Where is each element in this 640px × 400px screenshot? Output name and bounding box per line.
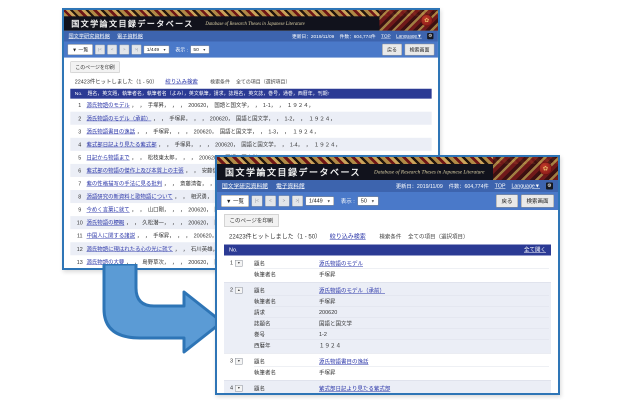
collapse-toggle-icon[interactable]: ▲ (235, 287, 243, 294)
search-condition-label: 検索条件 (379, 234, 402, 240)
site-banner: 国文学論文目録データベース Database of Research These… (64, 10, 438, 31)
detail-list-window: 国文学論文目録データベース Database of Research These… (215, 155, 560, 395)
refine-search-link[interactable]: 絞り込み検索 (165, 78, 197, 84)
gear-icon[interactable]: ⚙ (427, 32, 434, 40)
table-header: No. 全て開く (224, 244, 551, 256)
table-row: 2 源氏物語のモデル（承前）， ， 手塚昇， ， ， 200620， 国語と国文学… (70, 111, 432, 125)
record-count: 件数：604,774件 (339, 33, 376, 40)
title-link[interactable]: 源氏物語のモデル（承前） (319, 286, 385, 294)
screenshot-stage: 国文学論文目録データベース Database of Research These… (0, 0, 640, 400)
first-page-button[interactable]: |< (95, 44, 105, 55)
language-menu[interactable]: Language▼ (511, 183, 540, 189)
record-card: 2 ▲ 題名 源氏物語のモデル（承前） 執筆者名 手塚昇 請求 200620 誌題名 国語… (224, 282, 551, 354)
record-card: 3 ▼ 題名 源氏物語書目の逸話 執筆者名 手塚昇 (224, 354, 551, 381)
next-page-button[interactable]: > (119, 44, 130, 55)
list-view-button[interactable]: ▼ 一覧 (67, 44, 93, 55)
search-screen-button[interactable]: 検索画面 (521, 194, 554, 208)
record-card: 4▼ 題名紫式部日記より見たる紫式部 執筆者名手塚昇 (224, 380, 551, 393)
title-link[interactable]: 日記から物語まで (87, 154, 130, 162)
updated-date: 更新日：2019/11/09 (292, 33, 335, 40)
top-link[interactable]: TOP (495, 183, 506, 189)
title-link[interactable]: 今めく言葉に就て (87, 206, 130, 214)
gear-icon[interactable]: ⚙ (546, 182, 553, 190)
prev-page-button[interactable]: < (264, 195, 276, 207)
title-link[interactable]: 紫式部日記より見たる紫式部 (319, 384, 390, 392)
updated-date: 更新日：2019/11/09 (395, 183, 443, 190)
display-count-label: 表示 : (340, 198, 355, 205)
title-link[interactable]: 源氏物語の梗概 (87, 219, 125, 227)
search-condition-label: 検索条件 (210, 79, 230, 85)
page-select[interactable]: 1/449 ▼ (305, 196, 335, 206)
title-link[interactable]: 源氏物語のモデル (319, 259, 363, 267)
nav-link-digital-library[interactable]: 電子資料館 (117, 33, 143, 40)
title-link[interactable]: 源氏物語のモデル（承前） (87, 114, 152, 122)
crest-seal-icon: ✿ (539, 162, 552, 175)
title-link[interactable]: 源氏物語書目の逸話 (319, 357, 369, 365)
chevron-down-icon: ▼ (202, 47, 207, 52)
site-subtitle: Database of Research Theses in Japanese … (205, 21, 305, 26)
title-link[interactable]: 源語研究の新資料と歌物語について (87, 193, 173, 201)
title-link[interactable]: 源氏物語書目の逸話 (87, 127, 136, 135)
expand-all-link[interactable]: 全て開く (524, 245, 546, 256)
table-row: 3 源氏物語書目の逸話， ， 手塚昇， ， ， 200620， 国語と国文学， ，… (78, 127, 320, 135)
back-button[interactable]: 戻る (496, 194, 518, 208)
nav-link-digital-library[interactable]: 電子資料館 (276, 182, 305, 190)
nav-link-institute[interactable]: 国文学研究資料館 (222, 182, 268, 190)
hit-count: 22423件ヒットしました（1 - 50） (74, 78, 158, 85)
table-row: 1 源氏物語のモデル， ， 手塚昇， ， ， 200620， 国語と国文学， ， … (78, 101, 314, 109)
crest-seal-icon: ✿ (420, 14, 433, 27)
display-count-select[interactable]: 50 ▼ (190, 45, 210, 54)
collapse-toggle-icon[interactable]: ▼ (235, 358, 243, 365)
detail-list: 1 ▼ 題名 源氏物語のモデル 執筆者名 手塚昇 2 ▲ 題名 源氏物語のモデル（承前） … (224, 256, 551, 393)
site-title: 国文学論文目録データベース (71, 19, 194, 29)
nav-link-institute[interactable]: 国文学研究資料館 (69, 33, 110, 40)
last-page-button[interactable]: >| (291, 195, 303, 207)
nav-bar: 国文学研究資料館 電子資料館 更新日：2019/11/09 件数：604,774… (217, 180, 558, 192)
prev-page-button[interactable]: < (107, 44, 118, 55)
title-link[interactable]: 紫の性格描写の手法に見る批判 (87, 180, 163, 188)
print-page-button[interactable]: このページを印刷 (224, 214, 279, 227)
no-column-header: No. (229, 247, 238, 253)
site-title: 国文学論文目録データベース (225, 167, 362, 178)
next-page-button[interactable]: > (278, 195, 290, 207)
title-link[interactable]: 紫式部の物語の傑作上及び本質上の主張 (87, 167, 184, 175)
language-menu[interactable]: Language▼ (396, 33, 422, 38)
chevron-down-icon: ▼ (370, 198, 375, 204)
table-header: No. 題名，英文題，執筆者名，執筆者名（よみ），英文執筆，請求，誌題名，英文誌… (70, 88, 432, 99)
search-screen-button[interactable]: 検索画面 (404, 43, 435, 56)
top-link[interactable]: TOP (381, 33, 391, 38)
site-subtitle: Database of Research Theses in Japanese … (374, 169, 485, 175)
page-select[interactable]: 1/449 ▼ (143, 45, 170, 54)
nav-bar: 国文学研究資料館 電子資料館 更新日：2019/11/09 件数：604,774… (64, 30, 438, 42)
search-condition-value: 全ての項目（選択項目） (235, 79, 291, 85)
print-page-button[interactable]: このページを印刷 (70, 61, 120, 73)
result-toolbar: ▼ 一覧 |< < > >| 1/449 ▼ 表示 : 50 ▼ 戻る 検索画面 (64, 41, 438, 58)
table-row: 4 紫式部日記より見たる紫式部， ， 手塚昇， ， ， 200620， 国語と国文… (70, 137, 432, 151)
title-link[interactable]: 中国人に関する諸説 (87, 232, 136, 240)
chevron-down-icon: ▼ (326, 198, 331, 204)
chevron-down-icon: ▼ (162, 47, 167, 52)
collapse-toggle-icon[interactable]: ▼ (235, 385, 243, 392)
first-page-button[interactable]: |< (251, 195, 263, 207)
collapse-toggle-icon[interactable]: ▼ (235, 260, 243, 267)
title-link[interactable]: 紫式部日記より見たる紫式部 (87, 141, 157, 149)
result-toolbar: ▼ 一覧 |< < > >| 1/449 ▼ 表示 : 50 ▼ 戻る 検索画面 (217, 192, 558, 210)
display-count-label: 表示 : (175, 47, 188, 53)
site-banner: 国文学論文目録データベース Database of Research These… (217, 157, 558, 180)
display-count-select[interactable]: 50 ▼ (357, 196, 379, 206)
transition-arrow (102, 264, 224, 354)
list-view-button[interactable]: ▼ 一覧 (221, 195, 249, 207)
hit-count: 22423件ヒットしました（1 - 50） (229, 233, 322, 240)
back-button[interactable]: 戻る (382, 43, 402, 56)
record-card: 1 ▼ 題名 源氏物語のモデル 執筆者名 手塚昇 (224, 256, 551, 283)
title-link[interactable]: 源氏物語のモデル (87, 101, 130, 109)
refine-search-link[interactable]: 絞り込み検索 (330, 233, 366, 240)
last-page-button[interactable]: >| (131, 44, 142, 55)
record-count: 件数：604,774件 (448, 183, 489, 190)
search-condition-value: 全ての項目（選択項目） (408, 234, 469, 240)
title-link[interactable]: 源氏物語に現はれたる心の光に就て (87, 245, 173, 253)
